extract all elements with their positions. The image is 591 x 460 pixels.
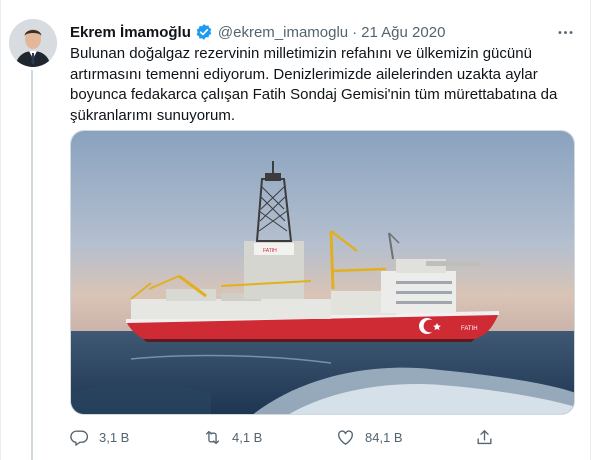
heart-icon	[338, 429, 353, 445]
hull-name-label: FATIH	[461, 326, 478, 332]
derrick-name-label: FATIH	[263, 248, 277, 254]
reply-count: 3,1 B	[99, 429, 130, 445]
more-dots-icon[interactable]	[553, 22, 577, 42]
reply-button[interactable]: 3,1 B	[70, 425, 129, 449]
like-button[interactable]: 84,1 B	[336, 425, 403, 449]
thread-connector-line	[31, 70, 33, 460]
timeline-border-left	[0, 0, 1, 460]
verified-badge-icon	[195, 23, 213, 41]
author-name[interactable]: Ekrem İmamoğlu	[70, 24, 191, 41]
share-icon	[477, 429, 492, 444]
author-handle[interactable]: @ekrem_imamoglu	[218, 24, 348, 41]
tweet-text: Bulunan doğalgaz rezervinin milletimizin…	[70, 45, 558, 124]
retweet-button[interactable]: 4,1 B	[203, 425, 262, 449]
share-button[interactable]	[475, 425, 494, 449]
tweet-date[interactable]: 21 Ağu 2020	[361, 24, 445, 41]
tweet-photo[interactable]: FATIH FATIH	[70, 130, 575, 415]
tweet-header: Ekrem İmamoğlu @ekrem_imamoglu · 21 Ağu …	[70, 22, 445, 42]
reply-icon	[70, 429, 89, 446]
like-count: 84,1 B	[365, 429, 403, 445]
retweet-icon	[205, 430, 220, 444]
avatar-image	[9, 19, 57, 67]
tweet-actions: 3,1 B 4,1 B 84,1 B	[70, 425, 510, 449]
avatar[interactable]	[9, 19, 57, 67]
drillship-photo: FATIH FATIH	[71, 131, 574, 414]
header-separator: ·	[352, 23, 358, 41]
retweet-count: 4,1 B	[232, 429, 263, 445]
